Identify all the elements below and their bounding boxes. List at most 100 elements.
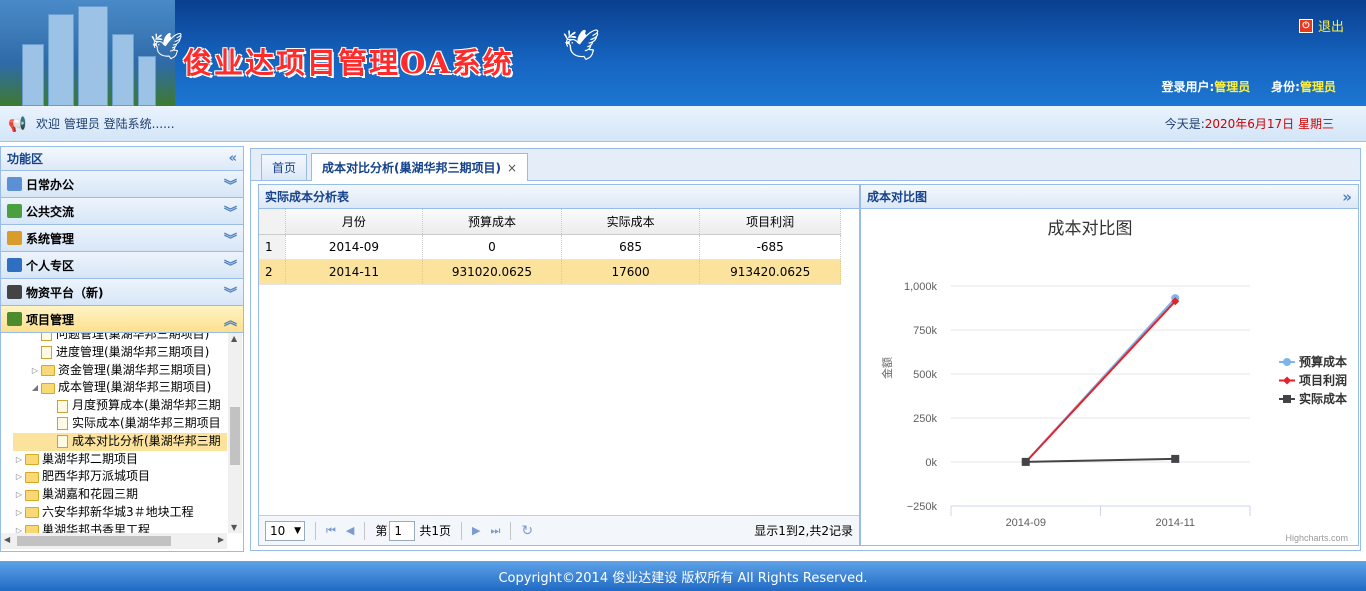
file-icon — [41, 346, 52, 360]
cost-comparison-chart: 成本对比图 −250k 0k 250k 500k 750k 1,000k 2014-09 201… — [880, 219, 1348, 543]
tree-node-label: 成本管理(巢湖华邦三期项目) — [58, 380, 212, 395]
y-tick-label: 1,000k — [904, 281, 938, 293]
sidebar-section[interactable]: 物资平台（新) ︾ — [1, 279, 243, 306]
first-page-icon[interactable]: ⏮ — [326, 524, 336, 538]
tree-node[interactable]: 实际成本(巢湖华邦三期项目 — [1, 415, 227, 433]
folder-icon — [25, 525, 39, 533]
tree-node[interactable]: ▷ 巢湖华邦二期项目 — [1, 451, 227, 469]
table-cell: 2014-09 — [285, 234, 424, 260]
scroll-thumb[interactable] — [17, 536, 171, 546]
folder-icon — [25, 489, 39, 501]
next-page-icon[interactable]: ▶ — [472, 524, 480, 537]
tab-home[interactable]: 首页 — [261, 154, 308, 180]
expand-right-icon[interactable]: » — [1342, 188, 1352, 206]
tree-node[interactable]: ▷ 巢湖华邦书香里工程 — [1, 522, 227, 533]
chevron-down-icon[interactable]: ︾ — [224, 229, 237, 248]
collapse-arrow-icon[interactable]: ◢ — [29, 379, 41, 397]
column-header[interactable]: 项目利润 — [699, 209, 841, 235]
table-cell: 685 — [561, 234, 701, 260]
page-total: 共1页 — [419, 524, 452, 538]
chevron-up-icon[interactable]: ︽ — [224, 310, 237, 329]
tree-node[interactable]: 成本对比分析(巢湖华邦三期 — [13, 432, 227, 451]
row-number: 1 — [259, 234, 286, 260]
tree-node[interactable]: ▷ 肥西华邦万派城项目 — [1, 468, 227, 486]
sidebar: 功能区 « 日常办公 ︾ 公共交流 ︾ 系统管理 ︾ 个人专区 ︾ 物资平台（新) ︾ 项目管理 ︽ … — [0, 146, 244, 552]
separator — [364, 521, 366, 540]
x-tick-label: 2014-11 — [1155, 517, 1195, 529]
y-tick-label: 250k — [913, 413, 937, 425]
column-header[interactable]: 预算成本 — [422, 209, 562, 235]
tree-node[interactable]: ▷ 资金管理(巢湖华邦三期项目) — [1, 362, 227, 380]
last-page-icon[interactable]: ⏭ — [491, 524, 501, 538]
expand-arrow-icon[interactable]: ▷ — [13, 504, 25, 522]
separator — [510, 521, 512, 540]
scroll-thumb[interactable] — [230, 407, 240, 465]
header-banner: 🕊 俊业达项目管理OA系统 🕊 ⏻ 退出 登录用户:管理员 身份:管理员 — [0, 0, 1366, 106]
collapse-left-icon[interactable]: « — [229, 151, 237, 166]
sidebar-section[interactable]: 项目管理 ︽ — [1, 306, 243, 333]
chevron-down-icon[interactable]: ︾ — [224, 175, 237, 194]
page-prefix: 第 — [375, 524, 388, 538]
tab-cost-comparison[interactable]: 成本对比分析(巢湖华邦三期项目) × — [311, 153, 529, 181]
page-size-value: 10 — [270, 523, 286, 538]
date-prefix: 今天是: — [1164, 117, 1205, 131]
section-label: 个人专区 — [26, 258, 75, 273]
expand-arrow-icon[interactable]: ▷ — [13, 486, 25, 504]
expand-arrow-icon[interactable]: ▷ — [29, 362, 41, 380]
expand-arrow-icon[interactable]: ▷ — [13, 451, 25, 469]
table-cell: 0 — [422, 234, 562, 260]
pagination-bar: 10 ▼ ⏮ ◀ 第 共1页 ▶ ⏭ ↻ 显示1到2,共2记录 — [259, 515, 859, 545]
tree-node-label: 资金管理(巢湖华邦三期项目) — [58, 362, 212, 377]
sidebar-section[interactable]: 个人专区 ︾ — [1, 252, 243, 279]
tree-node-label: 六安华邦新华城3＃地块工程 — [42, 504, 194, 519]
dove-icon: 🕊 — [150, 32, 184, 62]
x-tick-label: 2014-09 — [1006, 517, 1046, 529]
sidebar-header: 功能区 « — [1, 147, 243, 171]
chart-panel-header: 成本对比图 » — [861, 185, 1358, 209]
dove-icon: 🕊 — [562, 28, 601, 63]
section-label: 公共交流 — [26, 204, 75, 219]
sidebar-section[interactable]: 日常办公 ︾ — [1, 171, 243, 198]
sidebar-section[interactable]: 系统管理 ︾ — [1, 225, 243, 252]
tree-node[interactable]: ▷ 六安华邦新华城3＃地块工程 — [1, 504, 227, 522]
table-row[interactable]: 2 2014-11 931020.0625 17600 913420.0625 — [259, 259, 841, 285]
file-icon — [57, 435, 68, 449]
sigma-icon — [7, 285, 22, 299]
vertical-scrollbar[interactable]: ▲ ▼ — [228, 333, 242, 533]
table-row[interactable]: 1 2014-09 0 685 -685 — [259, 234, 841, 260]
table-cell: 931020.0625 — [422, 259, 562, 285]
logout-button[interactable]: ⏻ 退出 — [1298, 16, 1344, 35]
project-tree: 问题管理(巢湖华邦三期项目) 进度管理(巢湖华邦三期项目) ▷ 资金管理(巢湖华邦三期… — [1, 333, 227, 533]
expand-arrow-icon[interactable]: ▷ — [13, 522, 25, 533]
close-icon[interactable]: × — [507, 161, 517, 175]
column-header[interactable]: 实际成本 — [561, 209, 701, 235]
tree-node[interactable]: 问题管理(巢湖华邦三期项目) — [1, 333, 227, 344]
scroll-down-icon[interactable]: ▼ — [231, 523, 237, 532]
grid-header: 实际成本分析表 — [259, 185, 859, 209]
welcome-bar: 📢 欢迎 管理员 登陆系统...... 今天是:2020年6月17日 星期三 — [0, 106, 1366, 142]
tree-node[interactable]: ▷ 巢湖嘉和花园三期 — [1, 486, 227, 504]
tree-node[interactable]: 进度管理(巢湖华邦三期项目) — [1, 344, 227, 362]
footer: Copyright©2014 俊业达建设 版权所有 All Rights Res… — [0, 561, 1366, 591]
cost-analysis-grid: 实际成本分析表 月份 预算成本 实际成本 项目利润 1 2014-09 0 685 -685 2… — [258, 184, 860, 546]
chevron-down-icon[interactable]: ︾ — [224, 202, 237, 221]
scroll-up-icon[interactable]: ▲ — [231, 334, 237, 343]
page-size-select[interactable]: 10 ▼ — [265, 520, 305, 541]
refresh-icon[interactable]: ↻ — [521, 523, 533, 539]
horizontal-scrollbar[interactable]: ◀ ▶ — [1, 533, 227, 549]
legend-marker — [1283, 376, 1291, 385]
chevron-down-icon[interactable]: ︾ — [224, 283, 237, 302]
column-header[interactable]: 月份 — [285, 209, 424, 235]
expand-arrow-icon[interactable]: ▷ — [13, 468, 25, 486]
tree-node[interactable]: 月度预算成本(巢湖华邦三期 — [1, 397, 227, 415]
scroll-left-icon[interactable]: ◀ — [4, 535, 10, 544]
chevron-down-icon[interactable]: ︾ — [224, 256, 237, 275]
y-tick-label: 500k — [913, 369, 937, 381]
tree-node[interactable]: ◢ 成本管理(巢湖华邦三期项目) — [1, 379, 227, 397]
prev-page-icon[interactable]: ◀ — [346, 524, 354, 537]
record-info: 显示1到2,共2记录 — [754, 524, 853, 538]
series-line — [1025, 300, 1176, 463]
sidebar-section[interactable]: 公共交流 ︾ — [1, 198, 243, 225]
scroll-right-icon[interactable]: ▶ — [218, 535, 224, 544]
page-number-input[interactable] — [389, 520, 416, 541]
